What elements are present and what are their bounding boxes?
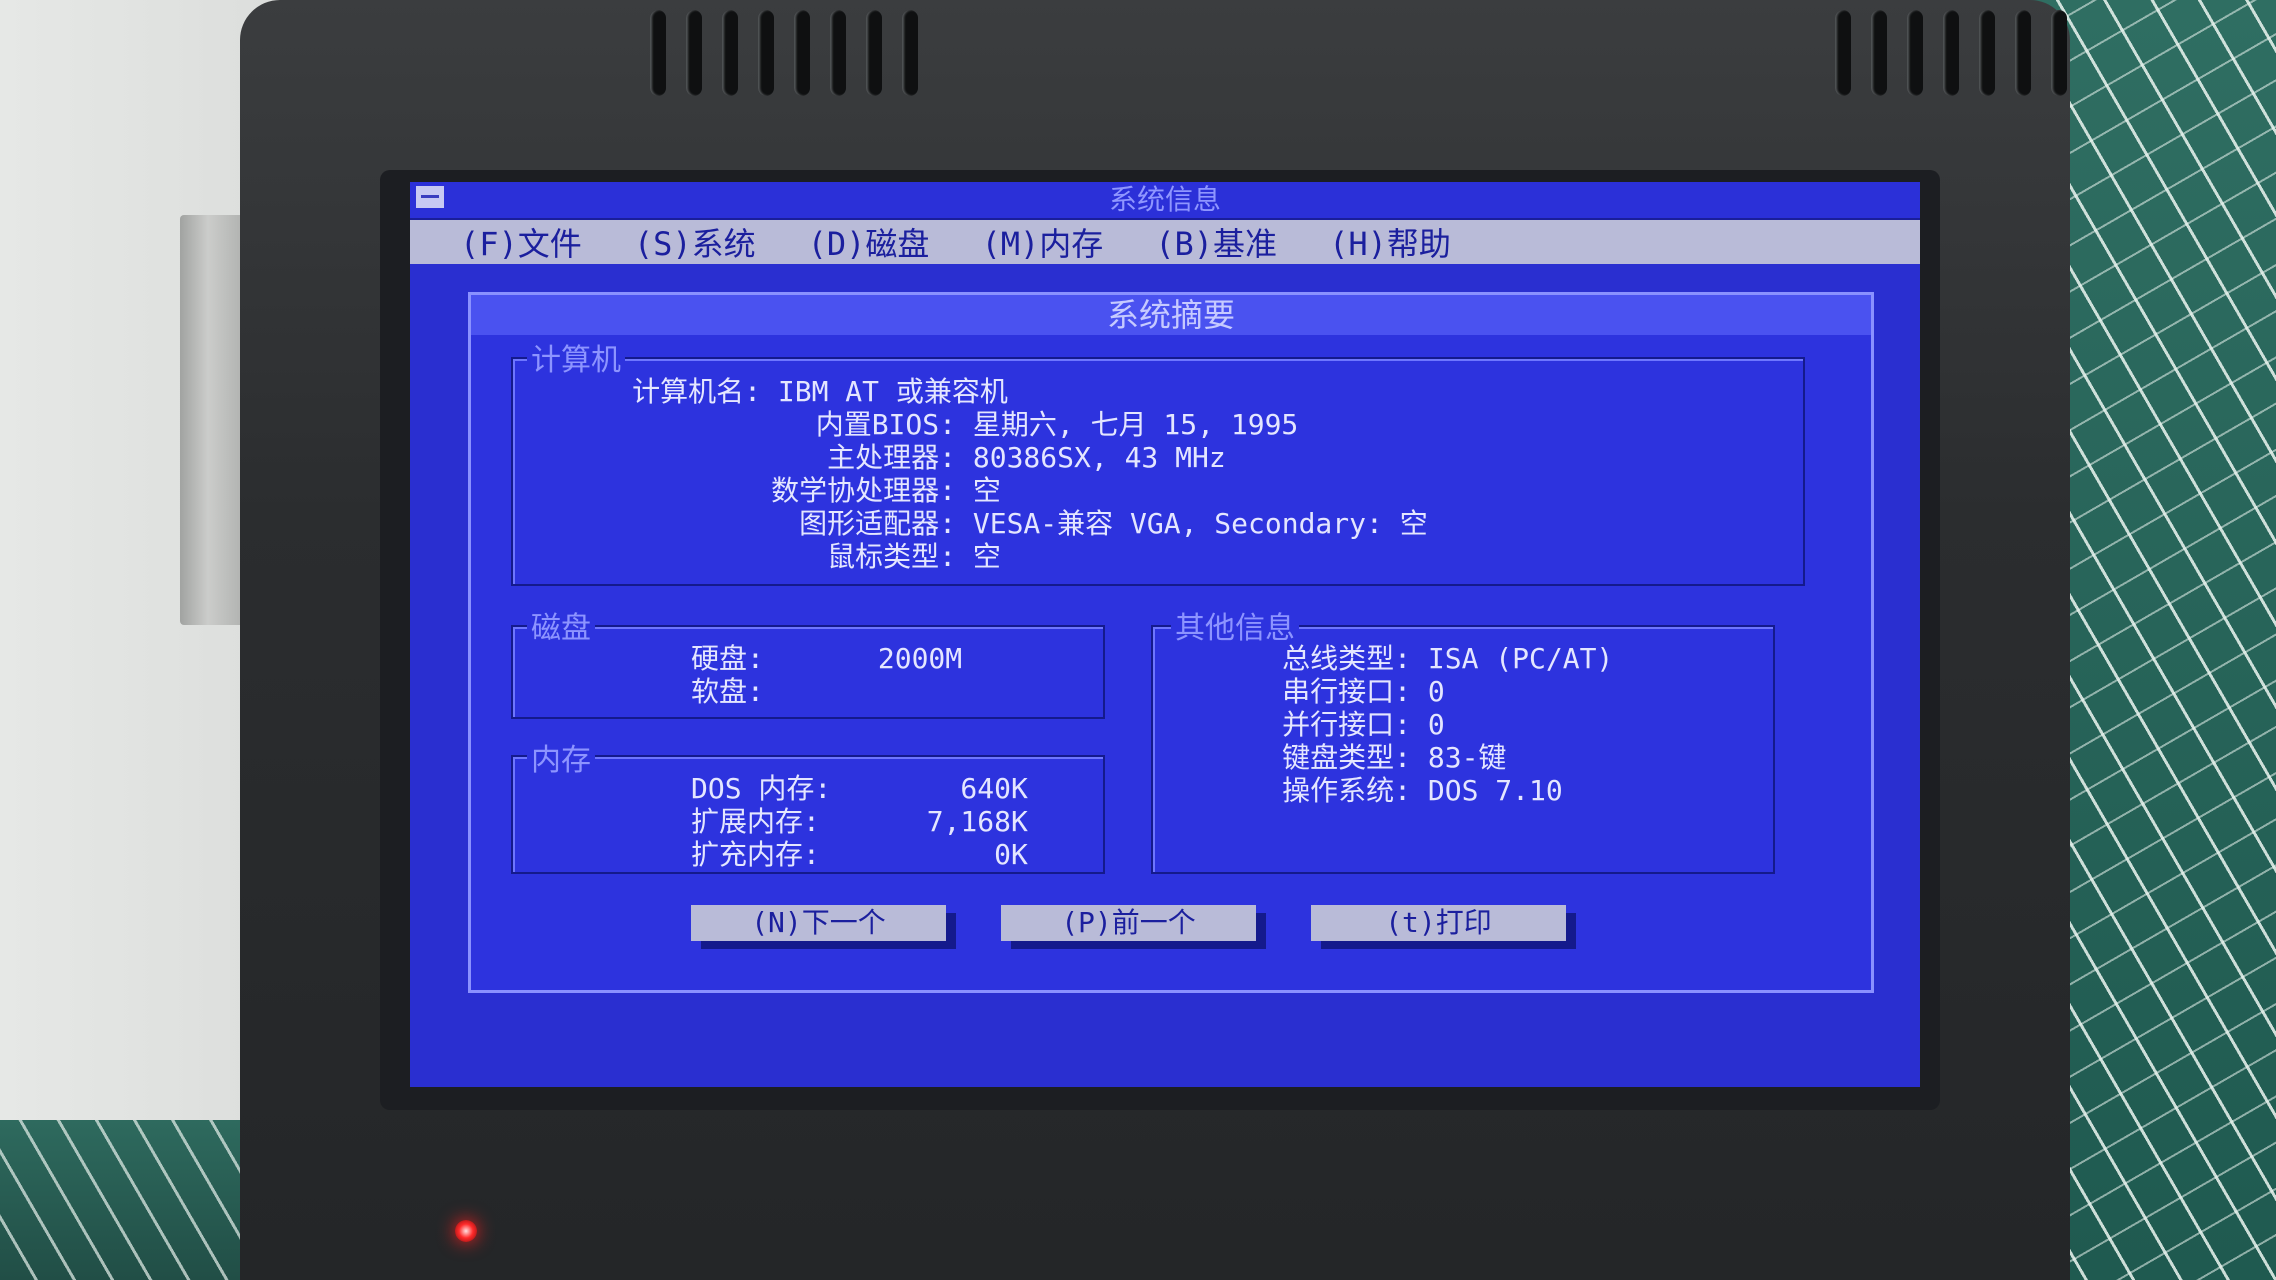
info-row: 操作系统: DOS 7.10 xyxy=(1231,769,1563,809)
vent-slot xyxy=(830,10,846,96)
menu-file[interactable]: (F)文件 xyxy=(460,219,582,265)
title-bar: 系统信息 xyxy=(410,182,1920,220)
info-value: 80386SX, 43 MHz xyxy=(972,441,1226,474)
vent-grille-right xyxy=(1835,10,2067,96)
vent-slot xyxy=(2015,10,2031,96)
menu-bar: (F)文件 (S)系统 (D)磁盘 (M)内存 (B)基准 (H)帮助 xyxy=(410,220,1920,264)
group-label-memory: 内存 xyxy=(527,735,595,779)
info-value: 0K xyxy=(994,838,1028,871)
info-value: 空 xyxy=(972,540,1001,573)
info-value: ISA (PC/AT) xyxy=(1427,642,1614,675)
dialog-title: 系统摘要 xyxy=(471,295,1871,335)
vent-slot xyxy=(650,10,666,96)
info-key: 鼠标类型: xyxy=(827,540,956,573)
vent-slot xyxy=(902,10,918,96)
info-key: 操作系统: xyxy=(1282,774,1411,807)
cutting-mat-corner xyxy=(0,1120,280,1280)
info-value: VESA-兼容 VGA, Secondary: 空 xyxy=(972,507,1428,540)
menu-system[interactable]: (S)系统 xyxy=(634,219,756,265)
previous-button[interactable]: (P)前一个 xyxy=(1001,905,1256,941)
dos-screen: 系统信息 (F)文件 (S)系统 (D)磁盘 (M)内存 (B)基准 (H)帮助… xyxy=(410,182,1920,1087)
vent-slot xyxy=(1871,10,1887,96)
window-title: 系统信息 xyxy=(1108,183,1221,216)
next-button[interactable]: (N)下一个 xyxy=(691,905,946,941)
vent-slot xyxy=(2051,10,2067,96)
vent-slot xyxy=(1907,10,1923,96)
info-row: 鼠标类型: 空 xyxy=(531,535,1001,575)
vent-slot xyxy=(1979,10,1995,96)
vent-slot xyxy=(722,10,738,96)
power-led xyxy=(455,1220,477,1242)
info-key: 软盘: xyxy=(691,675,764,708)
vent-grille-left xyxy=(650,10,918,96)
print-button[interactable]: (t)打印 xyxy=(1311,905,1566,941)
menu-benchmark[interactable]: (B)基准 xyxy=(1155,219,1277,265)
system-menu-icon[interactable] xyxy=(416,186,444,208)
info-key: 扩充内存: xyxy=(691,838,820,871)
info-value: DOS 7.10 xyxy=(1427,774,1563,807)
info-row: 软盘: xyxy=(531,670,861,710)
vent-slot xyxy=(866,10,882,96)
menu-help[interactable]: (H)帮助 xyxy=(1329,219,1451,265)
vent-slot xyxy=(1943,10,1959,96)
vent-slot xyxy=(794,10,810,96)
vent-slot xyxy=(1835,10,1851,96)
menu-memory[interactable]: (M)内存 xyxy=(981,219,1103,265)
info-value: 2000M xyxy=(877,642,963,675)
menu-disk[interactable]: (D)磁盘 xyxy=(808,219,930,265)
info-row: 扩充内存: 0K xyxy=(691,833,1028,873)
vent-slot xyxy=(758,10,774,96)
system-summary-dialog: 系统摘要 计算机 计算机名: IBM AT 或兼容机 内置BIOS: 星期六, … xyxy=(468,292,1874,993)
photo-scene: 系统信息 (F)文件 (S)系统 (D)磁盘 (M)内存 (B)基准 (H)帮助… xyxy=(0,0,2276,1280)
vent-slot xyxy=(686,10,702,96)
